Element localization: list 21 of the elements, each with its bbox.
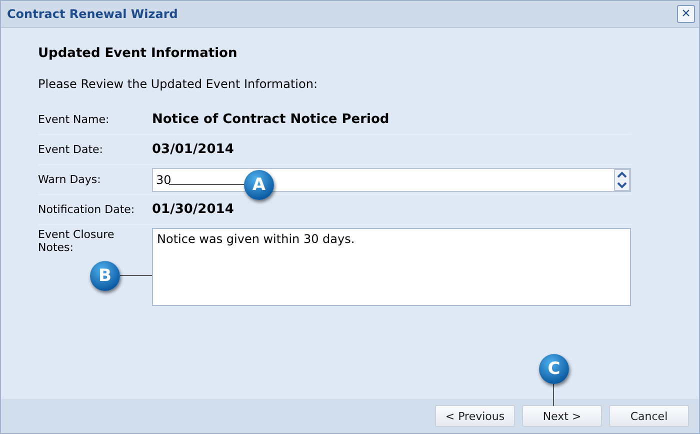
wizard-button[interactable]: Cancel — [609, 405, 689, 427]
callout-badge: B — [90, 261, 120, 291]
leader-line — [120, 275, 152, 276]
field-label: Event Name: — [38, 113, 110, 126]
field-label: Event Date: — [38, 143, 104, 156]
notes-field[interactable]: Notice was given within 30 days. — [152, 228, 631, 306]
section-heading: Updated Event Information — [38, 46, 238, 61]
field-value: 03/01/2014 — [152, 142, 234, 157]
spinner-arrows-icon[interactable] — [614, 168, 630, 190]
field-value: Notice of Contract Notice Period — [152, 112, 390, 127]
field-label: Notification Date: — [38, 203, 136, 216]
close-button[interactable]: × — [677, 5, 695, 23]
callout-badge: C — [539, 354, 569, 384]
field-label: Warn Days: — [38, 173, 102, 186]
field-value: 01/30/2014 — [152, 202, 234, 217]
wizard-button[interactable]: Next > — [522, 405, 602, 427]
wizard-button[interactable]: < Previous — [435, 405, 515, 427]
field-label: Event Closure Notes: — [38, 228, 116, 254]
window-title: Contract Renewal Wizard — [7, 7, 178, 21]
leader-line — [553, 383, 554, 406]
instruction-text: Please Review the Updated Event Information: — [38, 77, 318, 91]
